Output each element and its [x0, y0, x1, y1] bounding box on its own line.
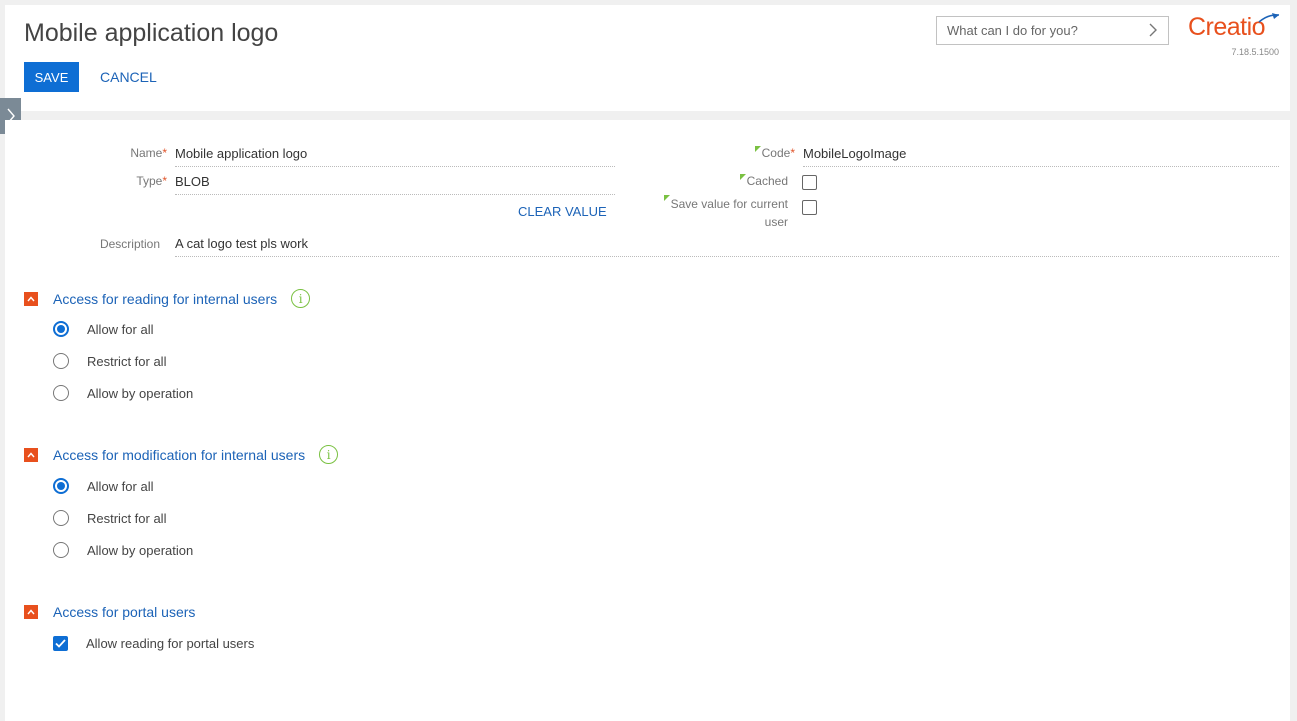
save-current-user-checkbox[interactable]	[802, 200, 817, 215]
option-label: Allow for all	[87, 478, 154, 494]
section-portal-header[interactable]: Access for portal users	[24, 604, 195, 620]
option-label: Restrict for all	[87, 353, 167, 369]
form-content: Name* Mobile application logo Type* BLOB…	[5, 120, 1290, 721]
option-label: Allow for all	[87, 321, 154, 337]
clear-value-button[interactable]: CLEAR VALUE	[518, 204, 607, 219]
section-reading-header[interactable]: Access for reading for internal users i	[24, 289, 311, 308]
chevron-up-icon[interactable]	[24, 447, 38, 462]
description-field[interactable]: A cat logo test pls work	[175, 236, 1279, 257]
modified-marker-icon	[754, 146, 761, 152]
radio-button[interactable]	[53, 542, 69, 558]
checkmark-icon	[55, 639, 66, 648]
creatio-logo: Creatio	[1188, 13, 1284, 49]
section-portal-title[interactable]: Access for portal users	[53, 604, 195, 620]
version-label: 7.18.5.1500	[1231, 47, 1279, 57]
info-icon[interactable]: i	[319, 445, 339, 464]
chevron-up-icon[interactable]	[24, 291, 38, 306]
portal-reading-label: Allow reading for portal users	[86, 636, 255, 651]
radio-button[interactable]	[53, 353, 69, 369]
code-label: Code*	[705, 146, 795, 160]
cached-checkbox[interactable]	[802, 175, 817, 190]
radio-button[interactable]	[53, 478, 69, 494]
page-title: Mobile application logo	[24, 19, 279, 47]
section-modification-title[interactable]: Access for modification for internal use…	[53, 447, 305, 463]
save-current-user-label: Save value for current user	[645, 195, 788, 231]
logo-text: Creatio	[1188, 13, 1266, 41]
portal-reading-row[interactable]: Allow reading for portal users	[53, 636, 254, 651]
save-button[interactable]: SAVE	[24, 62, 79, 92]
type-label: Type*	[136, 174, 167, 188]
description-label: Description	[99, 237, 160, 251]
radio-reading-allow-all[interactable]: Allow for all	[53, 321, 153, 337]
radio-modification-restrict-all[interactable]: Restrict for all	[53, 510, 166, 526]
radio-modification-allow-all[interactable]: Allow for all	[53, 478, 153, 494]
code-field[interactable]: MobileLogoImage	[803, 146, 1279, 167]
name-label: Name*	[130, 146, 167, 160]
cancel-button[interactable]: CANCEL	[95, 62, 162, 92]
logo-swoosh-icon	[1258, 13, 1280, 23]
page-header: Mobile application logo SAVE CANCEL What…	[5, 5, 1290, 111]
search-placeholder: What can I do for you?	[947, 23, 1078, 38]
chevron-up-icon[interactable]	[24, 605, 38, 619]
radio-button[interactable]	[53, 510, 69, 526]
modified-marker-icon	[739, 174, 746, 180]
option-label: Restrict for all	[87, 510, 167, 526]
section-modification-header[interactable]: Access for modification for internal use…	[24, 445, 339, 464]
name-field[interactable]: Mobile application logo	[175, 146, 615, 167]
command-search-input[interactable]: What can I do for you?	[936, 16, 1169, 45]
option-label: Allow by operation	[87, 385, 194, 401]
option-label: Allow by operation	[87, 542, 194, 558]
chevron-right-icon[interactable]	[1148, 22, 1158, 42]
radio-button[interactable]	[53, 385, 69, 401]
info-icon[interactable]: i	[291, 289, 311, 308]
radio-reading-restrict-all[interactable]: Restrict for all	[53, 353, 166, 369]
modified-marker-icon	[663, 195, 670, 201]
radio-modification-by-operation[interactable]: Allow by operation	[53, 542, 193, 558]
portal-reading-checkbox[interactable]	[53, 636, 68, 651]
type-field[interactable]: BLOB	[175, 174, 615, 195]
section-reading-title[interactable]: Access for reading for internal users	[53, 291, 277, 307]
radio-button[interactable]	[53, 321, 69, 337]
radio-reading-by-operation[interactable]: Allow by operation	[53, 385, 193, 401]
cached-label: Cached	[705, 174, 788, 188]
